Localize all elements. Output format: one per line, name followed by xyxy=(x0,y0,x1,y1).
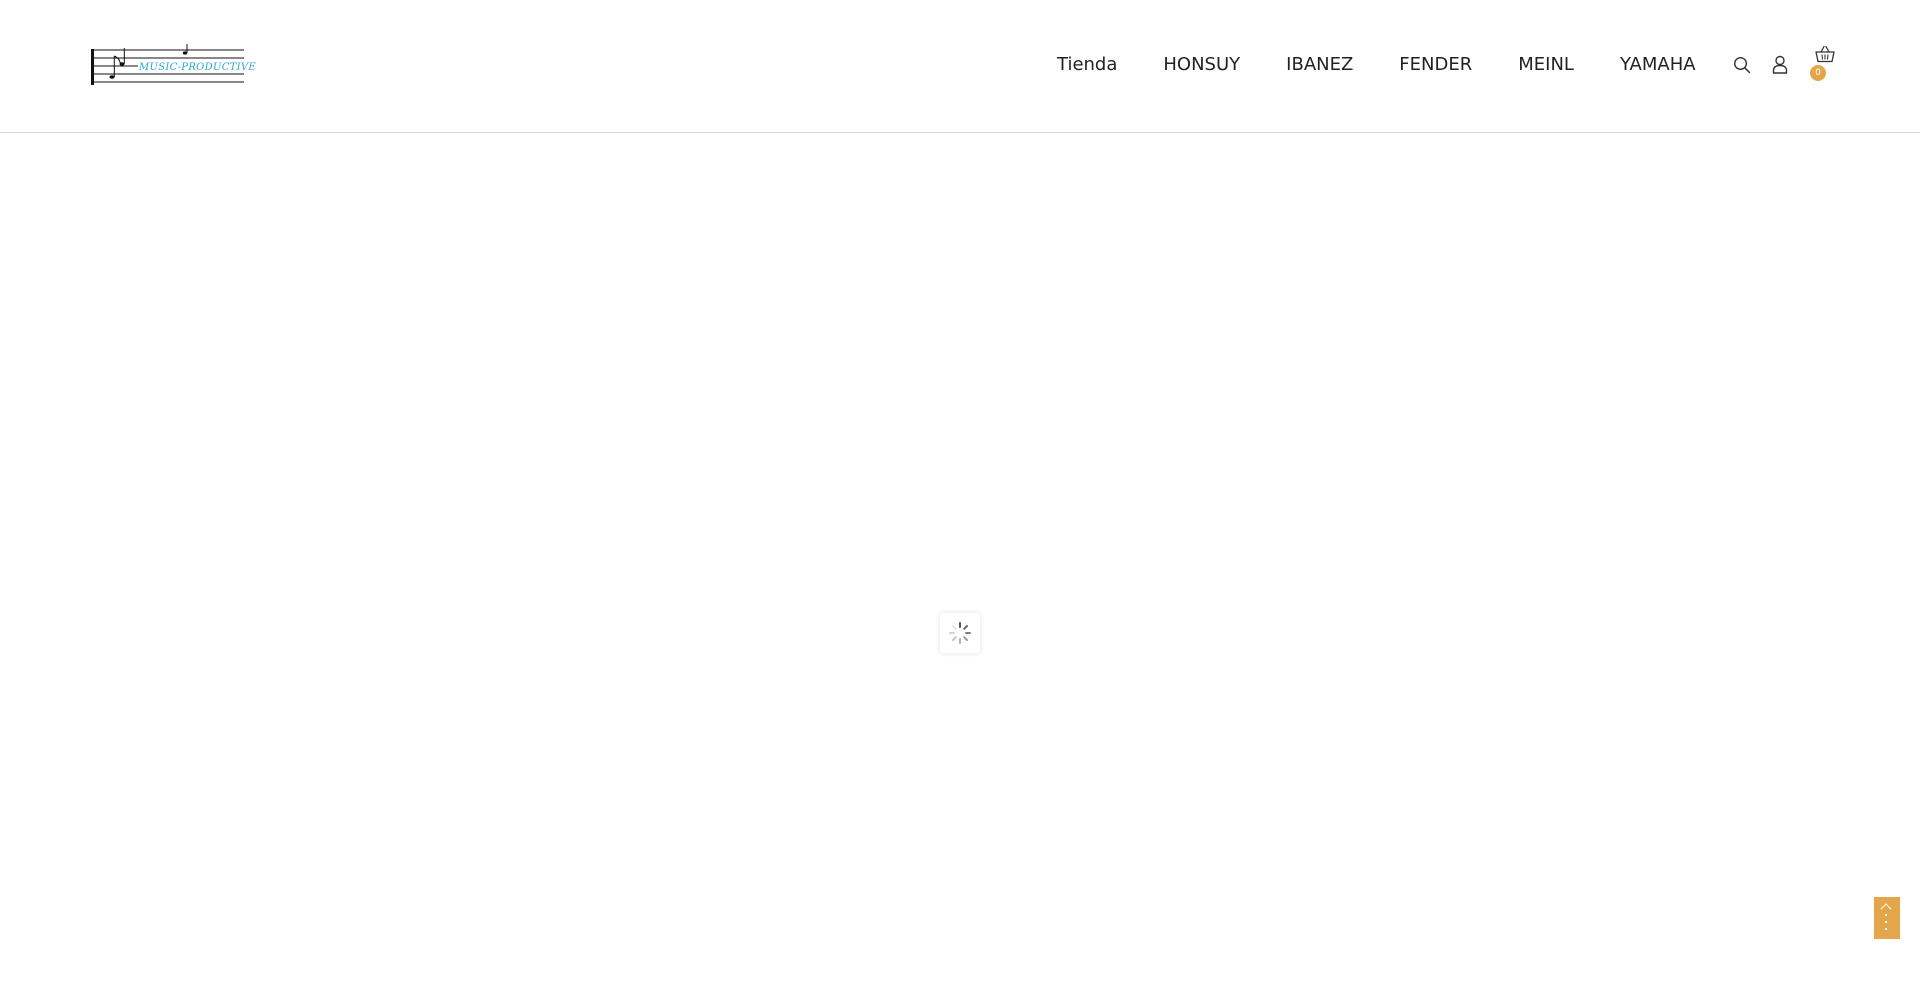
search-icon[interactable] xyxy=(1733,56,1751,74)
nav-item-meinl[interactable]: MEINL xyxy=(1518,50,1574,80)
scroll-progress-dots xyxy=(1885,914,1888,934)
nav-item-fender[interactable]: FENDER xyxy=(1399,50,1472,80)
user-icon[interactable] xyxy=(1772,55,1788,74)
logo-text: MUSIC-PRODUCTIVE xyxy=(138,62,257,73)
chevron-up-icon xyxy=(1880,903,1892,915)
site-logo[interactable]: MUSIC-PRODUCTIVE xyxy=(90,44,257,86)
main-nav: Tienda HONSUY IBANEZ FENDER MEINL YAMAHA xyxy=(1057,50,1696,80)
basket-icon[interactable] xyxy=(1815,45,1835,63)
nav-item-ibanez[interactable]: IBANEZ xyxy=(1286,50,1353,80)
scroll-to-top-button[interactable] xyxy=(1874,897,1900,939)
nav-item-yamaha[interactable]: YAMAHA xyxy=(1620,50,1696,80)
site-header: MUSIC-PRODUCTIVE Tienda HONSUY IBANEZ FE… xyxy=(0,0,1920,133)
loading-indicator xyxy=(940,613,980,653)
cart-count-badge: 0 xyxy=(1810,65,1826,81)
nav-item-honsuy[interactable]: HONSUY xyxy=(1163,50,1240,80)
nav-item-tienda[interactable]: Tienda xyxy=(1057,50,1117,80)
spinner-icon xyxy=(949,622,971,644)
